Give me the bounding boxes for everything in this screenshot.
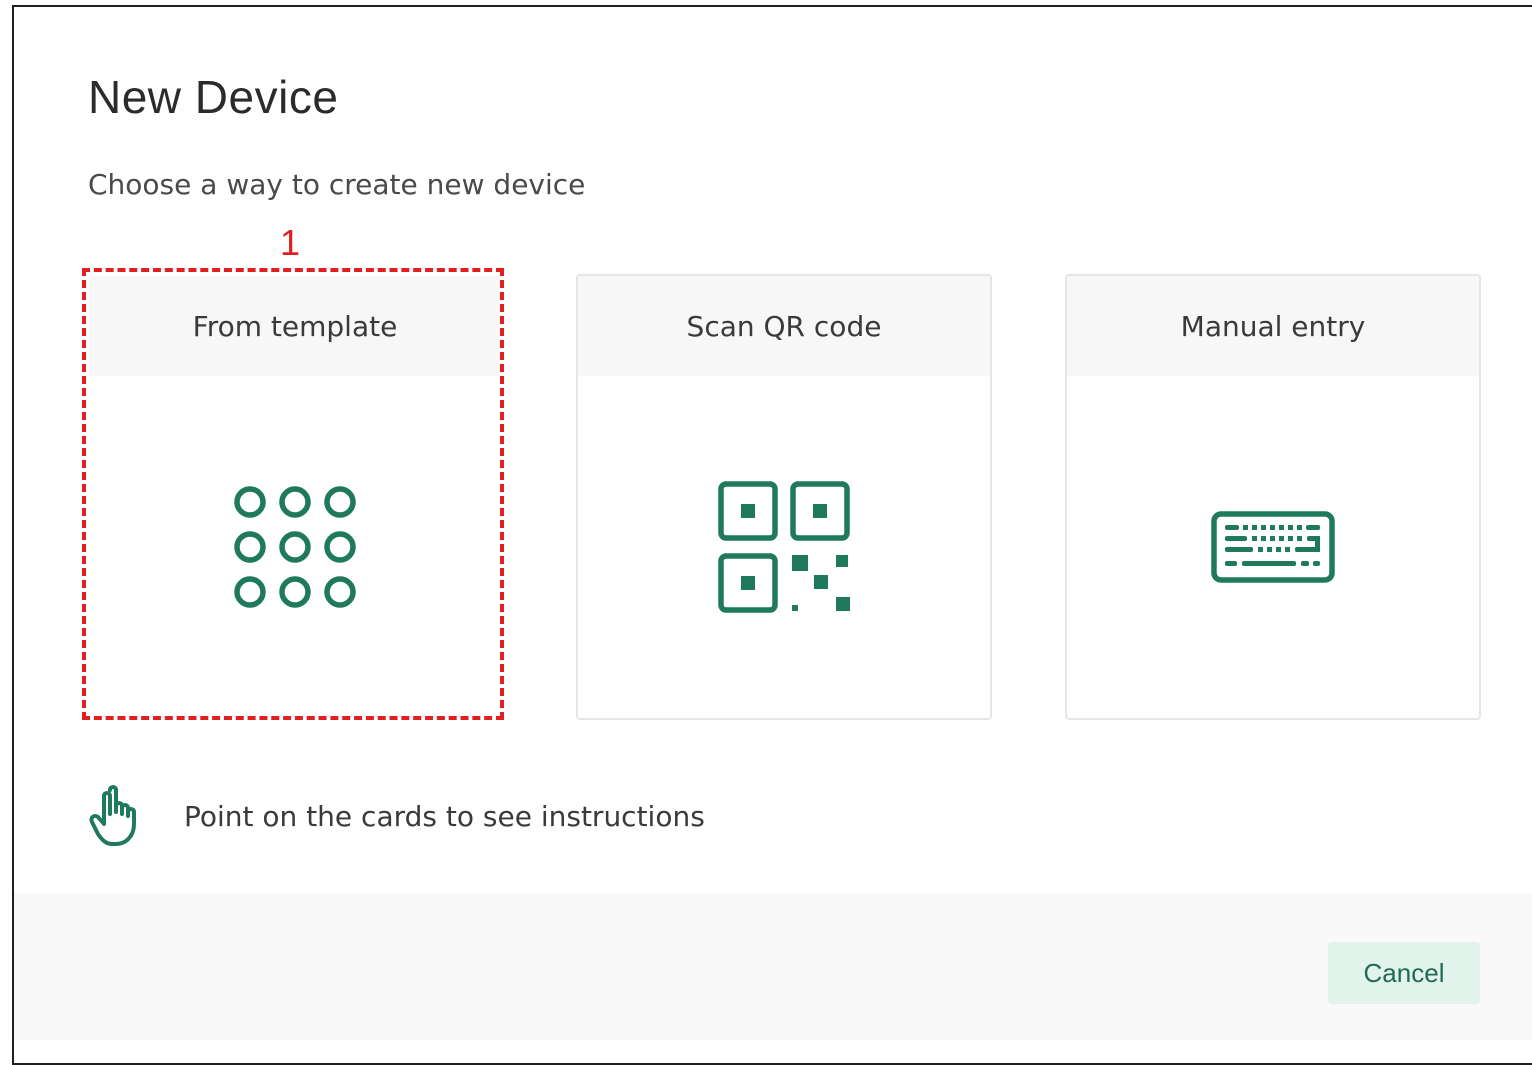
card-from-template-body (89, 376, 501, 718)
qr-code-icon (718, 481, 850, 613)
dialog-subtitle: Choose a way to create new device (88, 168, 586, 201)
keyboard-icon (1211, 511, 1335, 583)
card-scan-qr-code-label: Scan QR code (578, 276, 990, 376)
annotation-number: 1 (280, 222, 301, 263)
dialog-title: New Device (88, 71, 339, 123)
dialog-footer (14, 893, 1532, 1040)
card-scan-qr-code-body (578, 376, 990, 718)
card-from-template-label: From template (89, 276, 501, 376)
pointing-hand-icon (89, 785, 136, 846)
card-scan-qr-code[interactable]: Scan QR code (576, 274, 992, 720)
card-from-template[interactable]: From template (87, 274, 503, 720)
card-manual-entry-body (1067, 376, 1479, 718)
instructions-hint: Point on the cards to see instructions (88, 784, 705, 848)
hint-text: Point on the cards to see instructions (184, 799, 705, 833)
grid-dots-icon (234, 486, 356, 608)
card-manual-entry-label: Manual entry (1067, 276, 1479, 376)
card-manual-entry[interactable]: Manual entry (1065, 274, 1481, 720)
cancel-button[interactable]: Cancel (1328, 942, 1480, 1004)
